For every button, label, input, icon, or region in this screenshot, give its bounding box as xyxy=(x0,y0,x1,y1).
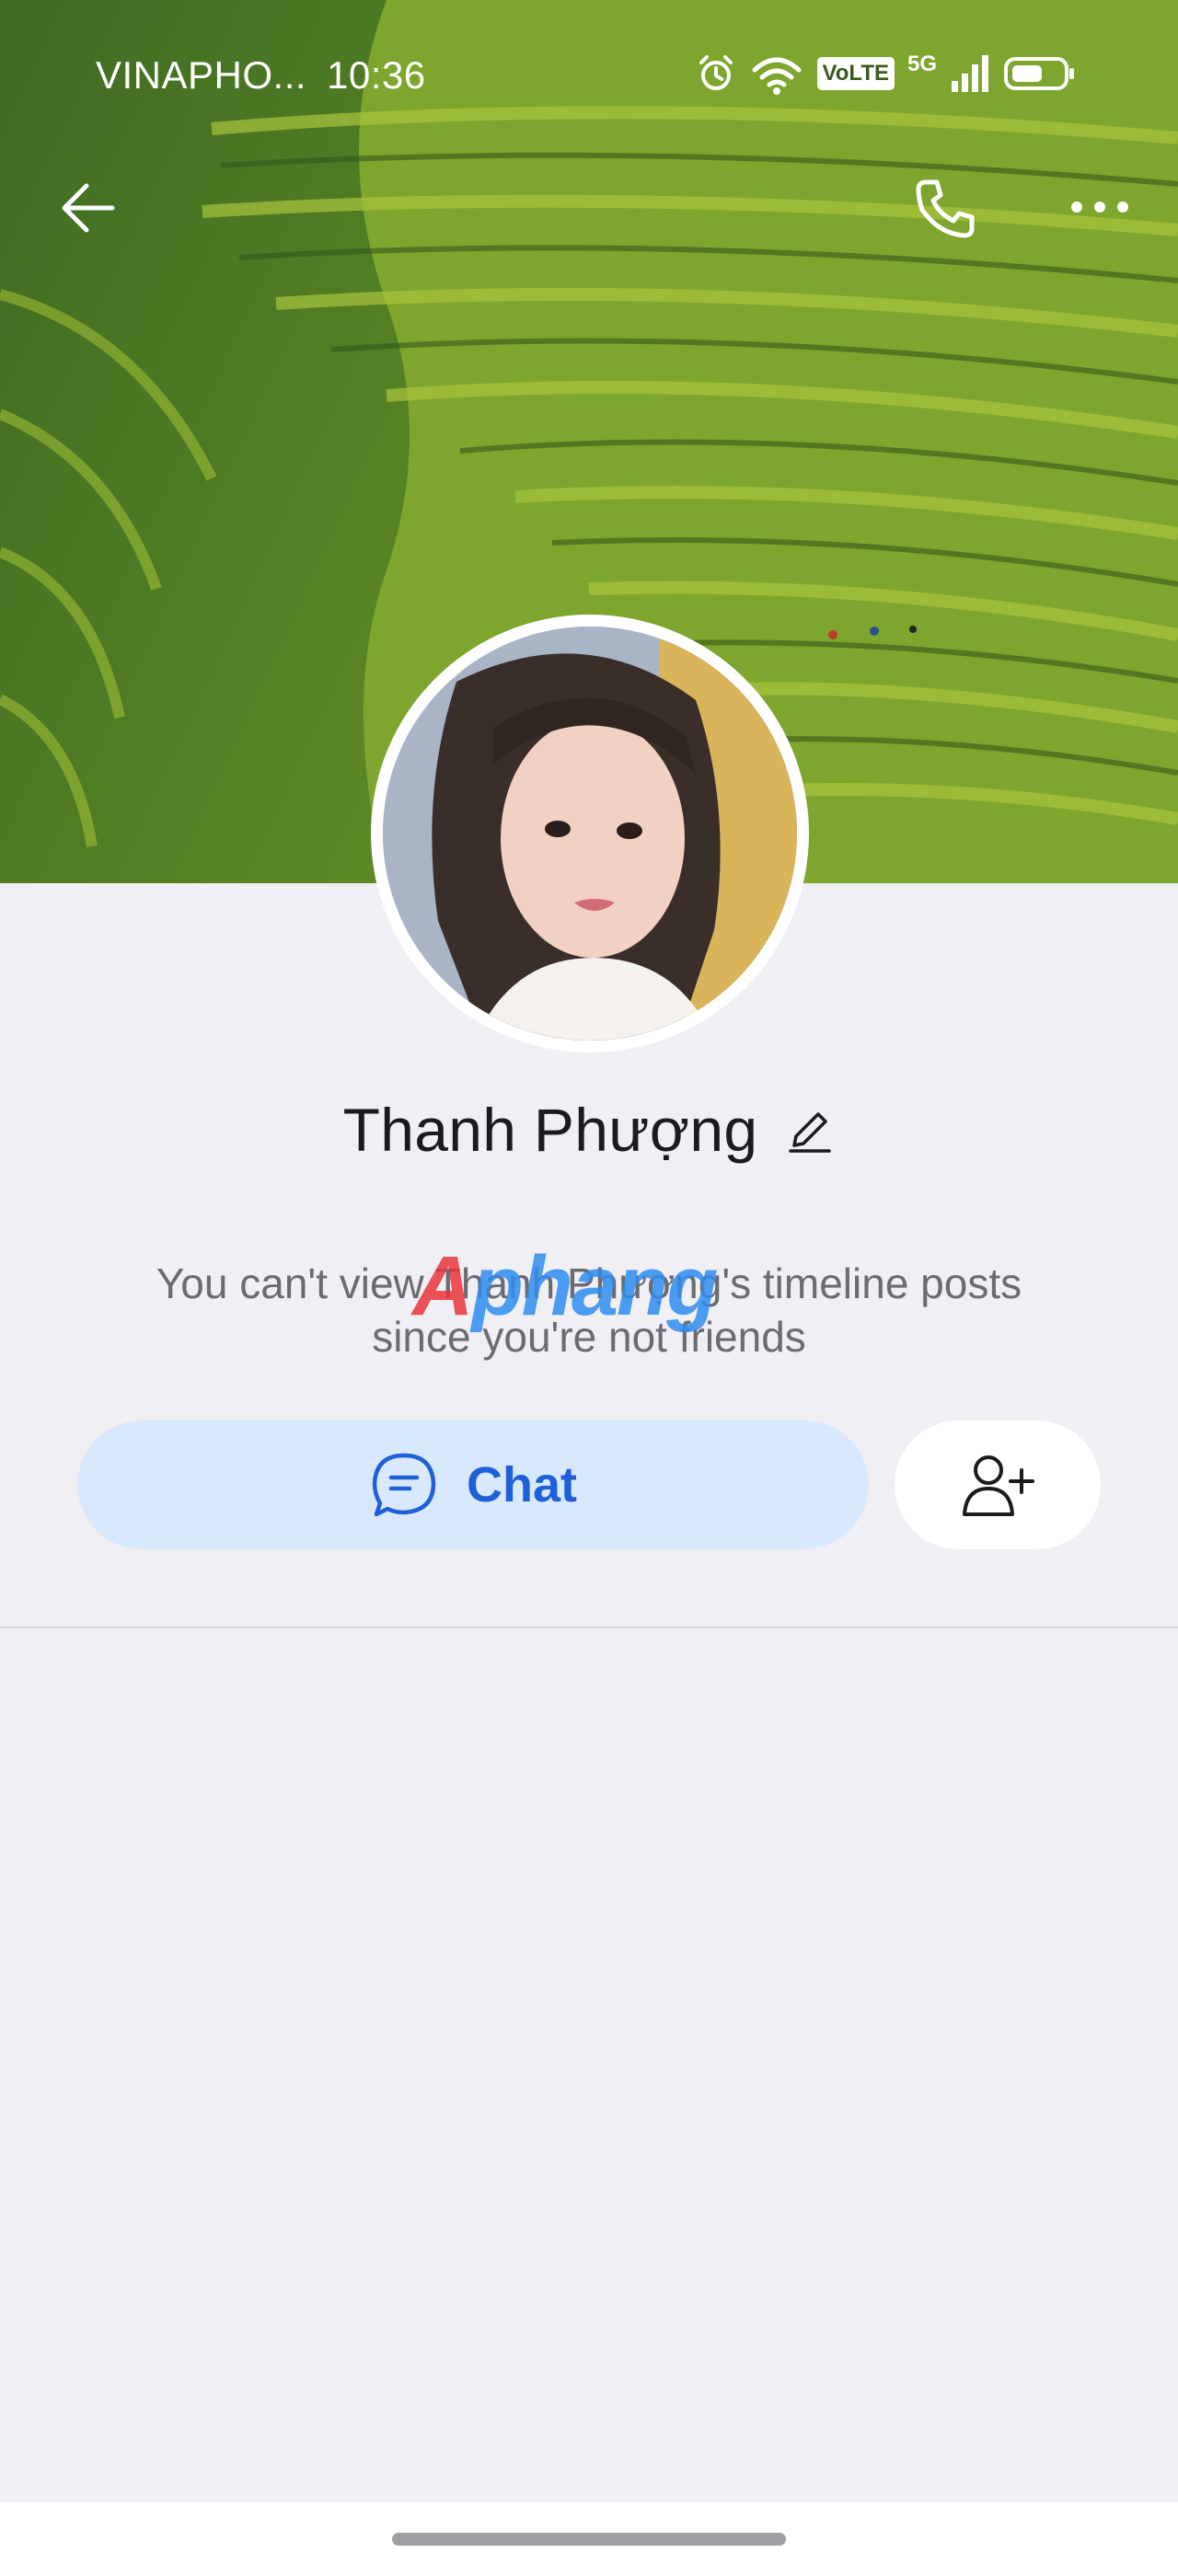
pencil-icon[interactable] xyxy=(785,1105,835,1155)
home-indicator[interactable] xyxy=(392,2533,786,2546)
signal-icon xyxy=(952,55,988,92)
profile-photo xyxy=(383,627,797,1041)
clock: 10:36 xyxy=(327,53,426,97)
avatar[interactable] xyxy=(383,627,797,1041)
notice-line-2: since you're not friends xyxy=(372,1313,806,1361)
wifi-icon xyxy=(752,57,802,95)
avatar-frame[interactable] xyxy=(371,615,809,1052)
profile-name-row: Thanh Phượng xyxy=(0,1095,1178,1165)
not-friends-notice: You can't view Thanh Phượng's timeline p… xyxy=(110,1257,1068,1363)
more-horizontal-icon xyxy=(1071,201,1128,213)
add-user-icon xyxy=(963,1455,1034,1516)
alarm-icon xyxy=(699,55,733,90)
arrow-left-icon xyxy=(62,183,115,233)
status-bar: VINAPHO... 10:36 VoLTE 5G xyxy=(0,0,1178,156)
phone-icon xyxy=(916,179,975,238)
call-button[interactable] xyxy=(911,175,981,245)
carrier-name: VINAPHO... xyxy=(96,53,307,97)
profile-name: Thanh Phượng xyxy=(342,1096,758,1164)
chat-button[interactable]: Chat xyxy=(77,1420,869,1549)
section-divider xyxy=(0,1627,1178,1628)
add-friend-button[interactable] xyxy=(895,1420,1101,1549)
status-icons: VoLTE 5G xyxy=(696,52,1077,96)
volte-badge: VoLTE xyxy=(816,57,895,90)
chat-bubble-icon xyxy=(372,1453,436,1517)
chat-button-label: Chat xyxy=(467,1457,577,1512)
network-type: 5G xyxy=(907,52,937,76)
battery-icon xyxy=(1004,57,1074,90)
notice-line-1: You can't view Thanh Phượng's timeline p… xyxy=(156,1259,1022,1307)
gesture-bar xyxy=(0,2502,1178,2576)
more-options-button[interactable] xyxy=(1068,179,1132,235)
status-left: VINAPHO... 10:36 xyxy=(96,53,426,98)
back-button[interactable] xyxy=(55,175,121,241)
